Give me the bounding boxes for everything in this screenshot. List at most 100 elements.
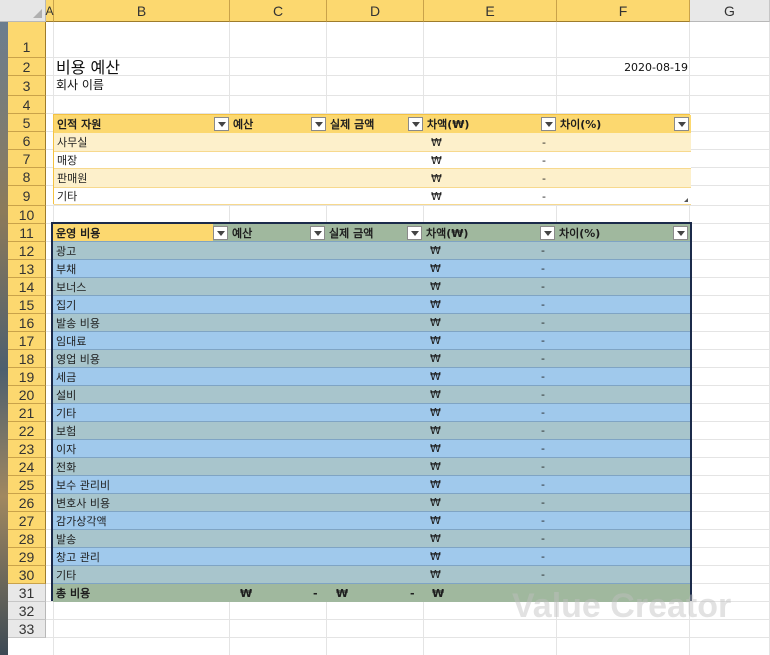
row-label-cell: 변호사 비용 bbox=[56, 496, 111, 510]
row-header-13[interactable]: 13 bbox=[8, 260, 46, 278]
table-row[interactable]: 보험 ₩ - bbox=[53, 422, 690, 440]
dash-value: - bbox=[542, 189, 546, 203]
report-date[interactable]: 2020-08-19 bbox=[624, 61, 688, 74]
column-header-g[interactable]: G bbox=[690, 0, 770, 22]
row-header-14[interactable]: 14 bbox=[8, 278, 46, 296]
row-header-17[interactable]: 17 bbox=[8, 332, 46, 350]
row-header-9[interactable]: 9 bbox=[8, 186, 46, 206]
row-header-28[interactable]: 28 bbox=[8, 530, 46, 548]
column-header-c[interactable]: C bbox=[230, 0, 327, 22]
table-row[interactable]: 감가상각액 ₩ - bbox=[53, 512, 690, 530]
row-header-23[interactable]: 23 bbox=[8, 440, 46, 458]
table-row[interactable]: 변호사 비용 ₩ - bbox=[53, 494, 690, 512]
table-row[interactable]: 발송 ₩ - bbox=[53, 530, 690, 548]
select-all-button[interactable] bbox=[0, 0, 46, 22]
table-row[interactable]: 기타 ₩ - bbox=[53, 566, 690, 584]
row-header-20[interactable]: 20 bbox=[8, 386, 46, 404]
table-row[interactable]: 보너스 ₩ - bbox=[53, 278, 690, 296]
row-header-19[interactable]: 19 bbox=[8, 368, 46, 386]
filter-dropdown-button[interactable] bbox=[310, 226, 325, 240]
row-header-1[interactable]: 1 bbox=[8, 22, 46, 58]
row-label-cell: 매장 bbox=[57, 154, 78, 167]
dash-value: - bbox=[541, 262, 545, 275]
row-header-10[interactable]: 10 bbox=[8, 206, 46, 224]
table-row[interactable]: 발송 비용 ₩ - bbox=[53, 314, 690, 332]
row-label: 19 bbox=[18, 368, 35, 385]
currency-symbol: ₩ bbox=[430, 442, 441, 455]
row-header-31[interactable]: 31 bbox=[8, 584, 46, 602]
row-header-33[interactable]: 33 bbox=[8, 620, 46, 638]
filter-dropdown-button[interactable] bbox=[213, 226, 228, 240]
row-header-6[interactable]: 6 bbox=[8, 132, 46, 150]
dash-value: - bbox=[541, 370, 545, 383]
resize-handle-icon[interactable] bbox=[684, 198, 688, 202]
table-row[interactable]: 이자 ₩ - bbox=[53, 440, 690, 458]
row-header-21[interactable]: 21 bbox=[8, 404, 46, 422]
column-header-a[interactable]: A bbox=[46, 0, 54, 22]
currency-symbol: ₩ bbox=[430, 316, 441, 329]
table-row[interactable]: 광고 ₩ - bbox=[53, 242, 690, 260]
row-header-15[interactable]: 15 bbox=[8, 296, 46, 314]
row-label: 31 bbox=[18, 584, 35, 601]
table-row[interactable]: 보수 관리비 ₩ - bbox=[53, 476, 690, 494]
company-name[interactable]: 회사 이름 bbox=[56, 76, 104, 93]
column-header-e[interactable]: E bbox=[424, 0, 557, 22]
currency-symbol: ₩ bbox=[431, 135, 442, 149]
row-header-18[interactable]: 18 bbox=[8, 350, 46, 368]
filter-dropdown-button[interactable] bbox=[674, 117, 689, 131]
filter-dropdown-button[interactable] bbox=[408, 117, 423, 131]
row-header-4[interactable]: 4 bbox=[8, 96, 46, 114]
row-header-8[interactable]: 8 bbox=[8, 168, 46, 186]
filter-dropdown-button[interactable] bbox=[673, 226, 688, 240]
row-header-16[interactable]: 16 bbox=[8, 314, 46, 332]
table-row[interactable]: 사무실 ₩ - bbox=[54, 133, 691, 151]
table-row[interactable]: 기타 ₩ - bbox=[53, 404, 690, 422]
dash-value: - bbox=[541, 352, 545, 365]
currency-symbol: ₩ bbox=[430, 298, 441, 311]
table-row[interactable]: 집기 ₩ - bbox=[53, 296, 690, 314]
gridline bbox=[46, 57, 770, 58]
page-title[interactable]: 비용 예산 bbox=[56, 54, 120, 78]
filter-dropdown-button[interactable] bbox=[407, 226, 422, 240]
column-header-d[interactable]: D bbox=[327, 0, 424, 22]
table-row[interactable]: 세금 ₩ - bbox=[53, 368, 690, 386]
chevron-down-icon bbox=[216, 230, 225, 236]
column-header-f[interactable]: F bbox=[557, 0, 690, 22]
table-row[interactable]: 전화 ₩ - bbox=[53, 458, 690, 476]
table-row[interactable]: 설비 ₩ - bbox=[53, 386, 690, 404]
row-header-11[interactable]: 11 bbox=[8, 224, 46, 242]
filter-dropdown-button[interactable] bbox=[541, 117, 556, 131]
row-header-32[interactable]: 32 bbox=[8, 602, 46, 620]
table-row[interactable]: 기타 ₩ - bbox=[54, 187, 691, 205]
row-header-29[interactable]: 29 bbox=[8, 548, 46, 566]
row-header-26[interactable]: 26 bbox=[8, 494, 46, 512]
currency-symbol: ₩ bbox=[432, 586, 445, 600]
table-row[interactable]: 부채 ₩ - bbox=[53, 260, 690, 278]
row-header-7[interactable]: 7 bbox=[8, 150, 46, 168]
row-header-30[interactable]: 30 bbox=[8, 566, 46, 584]
row-header-25[interactable]: 25 bbox=[8, 476, 46, 494]
currency-symbol: ₩ bbox=[430, 460, 441, 473]
row-header-3[interactable]: 3 bbox=[8, 76, 46, 96]
table-row[interactable]: 창고 관리 ₩ - bbox=[53, 548, 690, 566]
row-header-2[interactable]: 2 bbox=[8, 58, 46, 76]
table-row[interactable]: 매장 ₩ - bbox=[54, 151, 691, 169]
filter-dropdown-button[interactable] bbox=[540, 226, 555, 240]
currency-symbol: ₩ bbox=[430, 550, 441, 563]
header-cell: 인적 자원 bbox=[57, 118, 102, 131]
row-header-12[interactable]: 12 bbox=[8, 242, 46, 260]
column-header-b[interactable]: B bbox=[54, 0, 230, 22]
row-header-27[interactable]: 27 bbox=[8, 512, 46, 530]
table-row[interactable]: 판매원 ₩ - bbox=[54, 169, 691, 187]
row-label: 23 bbox=[18, 440, 35, 457]
currency-symbol: ₩ bbox=[430, 370, 441, 383]
row-header-24[interactable]: 24 bbox=[8, 458, 46, 476]
row-header-5[interactable]: 5 bbox=[8, 114, 46, 132]
table-row[interactable]: 임대료 ₩ - bbox=[53, 332, 690, 350]
filter-dropdown-button[interactable] bbox=[214, 117, 229, 131]
filter-dropdown-button[interactable] bbox=[311, 117, 326, 131]
row-header-22[interactable]: 22 bbox=[8, 422, 46, 440]
column-label: A bbox=[45, 3, 54, 18]
row-label: 9 bbox=[22, 187, 31, 204]
table-row[interactable]: 영업 비용 ₩ - bbox=[53, 350, 690, 368]
